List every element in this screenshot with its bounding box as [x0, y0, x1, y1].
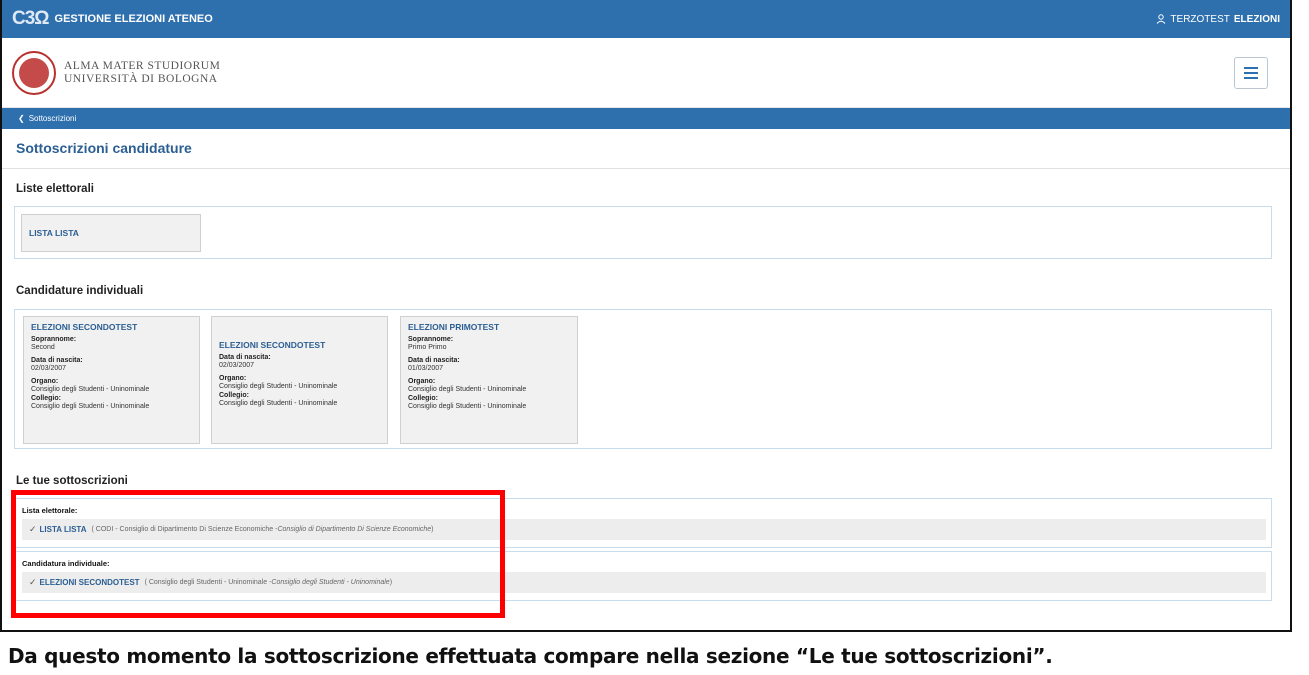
- top-bar: C3Ω GESTIONE ELEZIONI ATENEO TERZOTEST E…: [2, 0, 1290, 38]
- value-nascita: 02/03/2007: [219, 362, 255, 369]
- value-nascita: 02/03/2007: [31, 365, 67, 372]
- candidate-name: ELEZIONI SECONDOTEST: [31, 322, 138, 332]
- candidate-name: ELEZIONI PRIMOTEST: [408, 322, 500, 332]
- label-organo: Organo:: [408, 377, 436, 385]
- breadcrumb: ❮ Sottoscrizioni: [2, 108, 1290, 129]
- value-organo: Consiglio degli Studenti - Uninominale: [219, 383, 338, 390]
- university-seal-icon[interactable]: [12, 50, 56, 95]
- page-title: Sottoscrizioni candidature: [2, 129, 1290, 169]
- label-nascita: Data di nascita:: [408, 356, 460, 364]
- tue-section-title: Le tue sottoscrizioni: [16, 475, 128, 487]
- candidate-name: ELEZIONI SECONDOTEST: [219, 340, 326, 350]
- hamburger-menu-button[interactable]: [1234, 56, 1268, 89]
- value-organo: Consiglio degli Studenti - Uninominale: [31, 386, 150, 393]
- label-collegio: Collegio:: [408, 394, 438, 402]
- label-organo: Organo:: [219, 374, 247, 382]
- candidature-section-title: Candidature individuali: [16, 285, 144, 297]
- brand-line-1: ALMA MATER STUDIORUM: [64, 59, 221, 72]
- lista-name: LISTA LISTA: [29, 227, 79, 238]
- app-title[interactable]: GESTIONE ELEZIONI ATENEO: [55, 13, 213, 25]
- candidature-panel: ELEZIONI SECONDOTEST Soprannome: Second …: [14, 309, 1272, 449]
- label-nascita: Data di nascita:: [219, 353, 271, 361]
- liste-section-title: Liste elettorali: [16, 183, 94, 195]
- value-collegio: Consiglio degli Studenti - Uninominale: [31, 403, 150, 410]
- value-organo: Consiglio degli Studenti - Uninominale: [408, 386, 527, 393]
- value-soprannome: Primo Primo: [408, 344, 447, 351]
- user-name: TERZOTEST: [1170, 13, 1230, 25]
- brand-bar: ALMA MATER STUDIORUM UNIVERSITÀ DI BOLOG…: [2, 38, 1290, 108]
- label-collegio: Collegio:: [219, 391, 249, 399]
- label-nascita: Data di nascita:: [31, 356, 83, 364]
- candidate-card[interactable]: ELEZIONI SECONDOTEST Data di nascita: 02…: [211, 316, 388, 444]
- label-soprannome: Soprannome:: [408, 335, 454, 343]
- university-name[interactable]: ALMA MATER STUDIORUM UNIVERSITÀ DI BOLOG…: [64, 60, 220, 86]
- candidate-card[interactable]: ELEZIONI PRIMOTEST Soprannome: Primo Pri…: [400, 316, 578, 444]
- lista-card[interactable]: LISTA LISTA: [21, 214, 201, 252]
- chevron-left-icon[interactable]: ❮: [18, 114, 25, 123]
- label-collegio: Collegio:: [31, 394, 61, 402]
- value-collegio: Consiglio degli Studenti - Uninominale: [408, 403, 527, 410]
- user-role: ELEZIONI: [1233, 13, 1280, 25]
- brand-line-2: UNIVERSITÀ DI BOLOGNA: [64, 72, 218, 85]
- highlight-box: [11, 490, 505, 618]
- value-nascita: 01/03/2007: [408, 365, 444, 372]
- app-logo[interactable]: C3Ω: [12, 8, 50, 30]
- value-collegio: Consiglio degli Studenti - Uninominale: [219, 400, 338, 407]
- label-soprannome: Soprannome:: [31, 335, 77, 343]
- liste-panel: LISTA LISTA: [14, 206, 1272, 259]
- candidate-card[interactable]: ELEZIONI SECONDOTEST Soprannome: Second …: [23, 316, 200, 444]
- value-soprannome: Second: [31, 344, 55, 351]
- instruction-caption: Da questo momento la sottoscrizione effe…: [8, 644, 1053, 668]
- user-icon: [1157, 14, 1166, 24]
- user-menu[interactable]: TERZOTEST ELEZIONI: [1156, 14, 1280, 25]
- breadcrumb-back-link[interactable]: Sottoscrizioni: [29, 114, 77, 123]
- label-organo: Organo:: [31, 377, 59, 385]
